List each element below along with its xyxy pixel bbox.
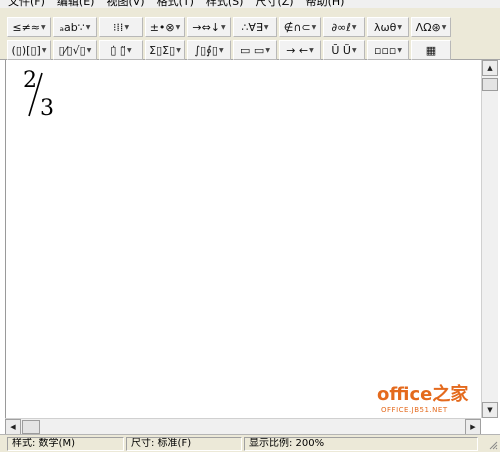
equation-toolbar: ≤≠≈ ▼ ₐab∵ ▼ ⁝⁞⁞ ▼ ±•⊗ ▼ →⇔↓ ▼ ∴∀∃ ▼ ∉∩⊂ ▼ ∂∞ℓ ▼… — [0, 8, 500, 60]
scroll-right-arrow-icon[interactable]: ▶ — [465, 419, 481, 435]
chevron-down-icon: ▼ — [85, 23, 91, 31]
labeled-arrow-templates-button[interactable]: → ← ▼ — [279, 40, 321, 60]
status-bar: 样式: 数学(M) 尺寸: 标准(F) 显示比例: 200% — [0, 434, 500, 452]
vertical-scrollbar[interactable]: ▲ ▼ — [481, 60, 498, 418]
operator-symbols-button[interactable]: ±•⊗ ▼ — [145, 17, 185, 37]
integral-templates-button[interactable]: ∫▯∮▯ ▼ — [187, 40, 231, 60]
spaces-ellipses-button[interactable]: ₐab∵ ▼ — [53, 17, 97, 37]
fraction-equation[interactable]: 2 3 — [20, 68, 60, 120]
site-watermark: office之家 OFFICE.JB51.NET — [377, 384, 469, 416]
chevron-down-icon: ▼ — [311, 23, 317, 31]
embellishments-button[interactable]: ⁝⁞⁞ ▼ — [99, 17, 143, 37]
horizontal-scrollbar[interactable]: ◀ ▶ — [5, 418, 481, 435]
misc-symbols-button[interactable]: ∂∞ℓ ▼ — [323, 17, 365, 37]
scroll-left-arrow-icon[interactable]: ◀ — [5, 419, 21, 435]
underbar-overbar-templates-button[interactable]: ▭ ▭ ▼ — [233, 40, 277, 60]
arrow-symbols-button[interactable]: →⇔↓ ▼ — [187, 17, 231, 37]
set-theory-symbols-button[interactable]: ∉∩⊂ ▼ — [279, 17, 321, 37]
chevron-down-icon: ▼ — [263, 23, 269, 31]
template-palette-row: (▯)[▯] ▼ ▯⁄▯√▯ ▼ ▯̇ ▯̈ ▼ Σ▯Σ▯ ▼ ∫▯∮▯ ▼ ▭ ▭ ▼ →… — [7, 40, 453, 62]
chevron-down-icon: ▼ — [351, 46, 357, 54]
chevron-down-icon: ▼ — [441, 23, 447, 31]
scroll-up-arrow-icon[interactable]: ▲ — [482, 60, 498, 76]
status-style: 样式: 数学(M) — [7, 437, 124, 451]
horizontal-scroll-thumb[interactable] — [22, 420, 40, 434]
equation-editor-window: 文件(F) 编辑(E) 视图(V) 格式(T) 样式(S) 尺寸(Z) 帮助(H… — [0, 0, 500, 455]
fraction-radical-templates-button[interactable]: ▯⁄▯√▯ ▼ — [53, 40, 97, 60]
menu-bar: 文件(F) 编辑(E) 视图(V) 格式(T) 样式(S) 尺寸(Z) 帮助(H… — [0, 0, 500, 8]
greek-lowercase-button[interactable]: λωθ ▼ — [367, 17, 409, 37]
summation-templates-button[interactable]: Σ▯Σ▯ ▼ — [145, 40, 185, 60]
chevron-down-icon: ▼ — [218, 46, 224, 54]
chevron-down-icon: ▼ — [176, 46, 181, 54]
chevron-down-icon: ▼ — [397, 46, 402, 54]
grid-matrix-button[interactable]: ▦ — [411, 40, 451, 60]
watermark-url-text: OFFICE.JB51.NET — [381, 406, 448, 414]
chevron-down-icon: ▼ — [124, 23, 130, 31]
symbol-palette-row: ≤≠≈ ▼ ₐab∵ ▼ ⁝⁞⁞ ▼ ±•⊗ ▼ →⇔↓ ▼ ∴∀∃ ▼ ∉∩⊂ ▼ ∂∞ℓ ▼… — [7, 17, 453, 39]
fraction-denominator[interactable]: 3 — [40, 98, 54, 120]
vertical-scroll-thumb[interactable] — [482, 78, 498, 91]
watermark-logo-text: office之家 — [377, 384, 469, 405]
logical-symbols-button[interactable]: ∴∀∃ ▼ — [233, 17, 277, 37]
subscript-superscript-templates-button[interactable]: ▯̇ ▯̈ ▼ — [99, 40, 143, 60]
relational-symbols-button[interactable]: ≤≠≈ ▼ — [7, 17, 51, 37]
chevron-down-icon: ▼ — [175, 23, 181, 31]
greek-uppercase-button[interactable]: ΛΩ⊛ ▼ — [411, 17, 451, 37]
status-zoom: 显示比例: 200% — [244, 437, 478, 451]
matrix-templates-button[interactable]: ▫▫▫ ▼ — [367, 40, 409, 60]
chevron-down-icon: ▼ — [86, 46, 92, 54]
chevron-down-icon: ▼ — [351, 23, 357, 31]
fence-templates-button[interactable]: (▯)[▯] ▼ — [7, 40, 51, 60]
chevron-down-icon: ▼ — [41, 23, 46, 31]
chevron-down-icon: ▼ — [126, 46, 132, 54]
chevron-down-icon: ▼ — [221, 23, 226, 31]
chevron-down-icon: ▼ — [309, 46, 314, 54]
chevron-down-icon: ▼ — [265, 46, 270, 54]
scroll-down-arrow-icon[interactable]: ▼ — [482, 402, 498, 418]
equation-canvas[interactable]: 2 3 office之家 OFFICE.JB51.NET — [5, 60, 480, 418]
chevron-down-icon: ▼ — [41, 46, 47, 54]
resize-grip-icon[interactable] — [488, 440, 498, 450]
chevron-down-icon: ▼ — [397, 23, 403, 31]
status-size: 尺寸: 标准(F) — [126, 437, 242, 451]
products-set-templates-button[interactable]: Ū Ũ ▼ — [323, 40, 365, 60]
